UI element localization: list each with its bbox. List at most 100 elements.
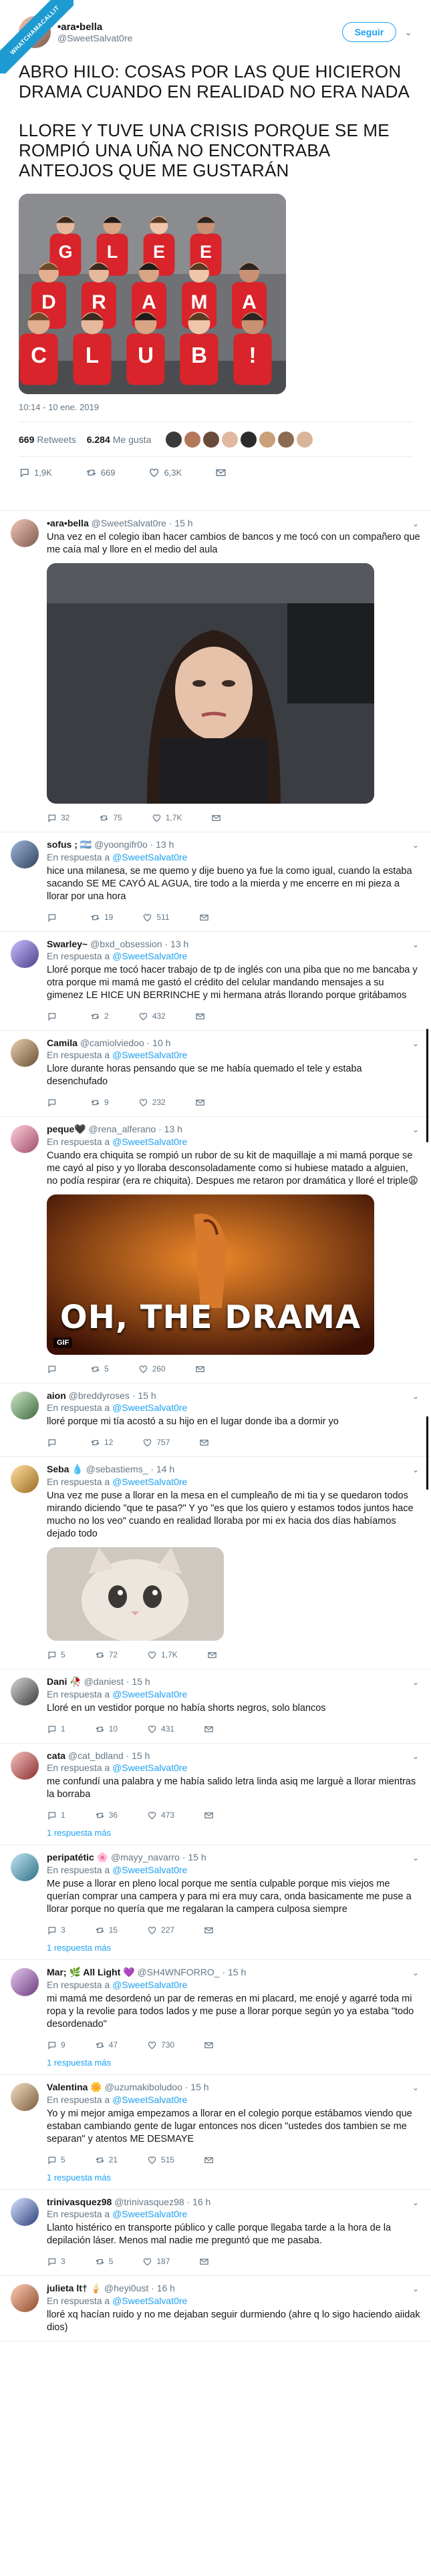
- reply-tweet[interactable]: Valentina 🌼 @uzumakiboludoo · 15 h ⌄ En …: [0, 2075, 431, 2190]
- dm-button[interactable]: [204, 1810, 218, 1820]
- reply-author-handle[interactable]: @uzumakiboludoo · 15 h: [105, 2082, 209, 2092]
- reply-author-handle[interactable]: @daniest · 15 h: [84, 1676, 150, 1687]
- avatar[interactable]: [11, 1752, 39, 1780]
- chevron-down-icon[interactable]: ⌄: [412, 519, 419, 528]
- avatar[interactable]: [11, 1392, 39, 1420]
- mention-link[interactable]: @SweetSalvat0re: [112, 1865, 187, 1875]
- reply-button[interactable]: [47, 1438, 61, 1448]
- reply-button[interactable]: 32: [47, 813, 69, 823]
- reply-tweet[interactable]: Mar; 🌿 All Light 💜 @SH4WNFORRO_ · 15 h ⌄…: [0, 1960, 431, 2075]
- dm-button[interactable]: [199, 913, 213, 923]
- show-more-replies-link[interactable]: 1 respuesta más: [47, 1943, 420, 1953]
- chevron-down-icon[interactable]: ⌄: [412, 2083, 419, 2092]
- avatar[interactable]: [11, 2083, 39, 2111]
- reply-button[interactable]: 3: [47, 1925, 65, 1935]
- retweet-button[interactable]: 5: [95, 2257, 113, 2267]
- chevron-down-icon[interactable]: ⌄: [412, 2284, 419, 2293]
- follow-button[interactable]: Seguir: [341, 22, 397, 42]
- chevron-down-icon[interactable]: ⌄: [412, 1677, 419, 1687]
- liker-avatar[interactable]: [297, 431, 313, 448]
- reply-tweet[interactable]: sofus ; 🇦🇷 @yoongifr0o · 13 h ⌄ En respu…: [0, 832, 431, 932]
- liker-avatar[interactable]: [203, 431, 220, 448]
- reply-author-handle[interactable]: @cat_bdland · 15 h: [68, 1750, 150, 1761]
- reply-button[interactable]: 5: [47, 2155, 65, 2165]
- chevron-down-icon[interactable]: ⌄: [412, 1853, 419, 1863]
- reply-button[interactable]: 3: [47, 2257, 65, 2267]
- dm-button[interactable]: [195, 1364, 209, 1374]
- dm-button[interactable]: [207, 1650, 221, 1660]
- reply-tweet[interactable]: Dani 🥀 @daniest · 15 h ⌄ En respuesta a …: [0, 1669, 431, 1744]
- reply-author-handle[interactable]: @breddyroses · 15 h: [69, 1390, 156, 1401]
- reply-author-handle[interactable]: @SweetSalvat0re · 15 h: [92, 518, 193, 528]
- chevron-down-icon[interactable]: ⌄: [412, 840, 419, 850]
- reply-tweet[interactable]: Camila @camiolviedoo · 10 h ⌄ En respues…: [0, 1031, 431, 1117]
- mention-link[interactable]: @SweetSalvat0re: [112, 1476, 187, 1487]
- reply-author-handle[interactable]: @rena_alferano · 13 h: [89, 1124, 182, 1134]
- mention-link[interactable]: @SweetSalvat0re: [112, 852, 187, 862]
- show-more-replies-link[interactable]: 1 respuesta más: [47, 2172, 420, 2183]
- reply-author-handle[interactable]: @yoongifr0o · 13 h: [94, 839, 174, 850]
- reply-author-name[interactable]: julieta lt† 🍦: [47, 2283, 102, 2293]
- reply-button[interactable]: 5: [47, 1650, 65, 1660]
- reply-author-name[interactable]: Swarley~: [47, 939, 88, 949]
- mention-link[interactable]: @SweetSalvat0re: [112, 1050, 187, 1060]
- mention-link[interactable]: @SweetSalvat0re: [112, 1979, 187, 1990]
- retweet-button[interactable]: 36: [95, 1810, 118, 1820]
- reply-button[interactable]: 1,9K: [19, 467, 52, 478]
- dm-button[interactable]: [204, 2040, 218, 2050]
- reply-author-name[interactable]: peripatétic 🌸: [47, 1852, 108, 1863]
- dm-button[interactable]: [204, 1724, 218, 1734]
- retweet-button[interactable]: 9: [90, 1098, 109, 1108]
- retweet-button[interactable]: 21: [95, 2155, 118, 2165]
- author-handle[interactable]: @SweetSalvat0re: [57, 33, 342, 43]
- mention-link[interactable]: @SweetSalvat0re: [112, 2209, 187, 2219]
- like-button[interactable]: 431: [147, 1724, 174, 1734]
- reply-button[interactable]: 1: [47, 1724, 65, 1734]
- retweet-button[interactable]: 5: [90, 1364, 109, 1374]
- reply-tweet[interactable]: •ara•bella @SweetSalvat0re · 15 h ⌄ Una …: [0, 511, 431, 832]
- avatar[interactable]: [11, 1677, 39, 1706]
- reply-author-name[interactable]: Seba 💧: [47, 1464, 84, 1474]
- reply-author-name[interactable]: Camila: [47, 1037, 78, 1048]
- reply-tweet[interactable]: julieta lt† 🍦 @heyi0ust · 16 h ⌄ En resp…: [0, 2276, 431, 2342]
- chevron-down-icon[interactable]: ⌄: [412, 1752, 419, 1761]
- like-button[interactable]: 757: [142, 1438, 170, 1448]
- liker-avatar[interactable]: [259, 431, 276, 448]
- like-button[interactable]: 232: [138, 1098, 166, 1108]
- chevron-down-icon[interactable]: ⌄: [412, 1465, 419, 1474]
- retweet-button[interactable]: 47: [95, 2040, 118, 2050]
- like-button[interactable]: 260: [138, 1364, 166, 1374]
- mention-link[interactable]: @SweetSalvat0re: [112, 2094, 187, 2105]
- liker-avatar[interactable]: [278, 431, 295, 448]
- retweet-button[interactable]: 72: [95, 1650, 118, 1660]
- liker-avatar[interactable]: [241, 431, 257, 448]
- reply-tweet[interactable]: peripatétic 🌸 @mayy_navarro · 15 h ⌄ En …: [0, 1845, 431, 1960]
- like-button[interactable]: 187: [142, 2257, 170, 2267]
- avatar[interactable]: [11, 840, 39, 868]
- like-button[interactable]: 1,7K: [147, 1650, 178, 1660]
- dm-button[interactable]: [215, 467, 231, 478]
- avatar[interactable]: [11, 2284, 39, 2312]
- retweet-button[interactable]: 12: [90, 1438, 113, 1448]
- avatar[interactable]: [11, 1853, 39, 1881]
- dm-button[interactable]: [199, 1438, 213, 1448]
- liker-avatar[interactable]: [184, 431, 201, 448]
- avatar[interactable]: [11, 2198, 39, 2226]
- dm-button[interactable]: [195, 1098, 209, 1108]
- reply-tweet[interactable]: peque🖤 @rena_alferano · 13 h ⌄ En respue…: [0, 1117, 431, 1384]
- like-button[interactable]: 473: [147, 1810, 174, 1820]
- reply-button[interactable]: [47, 1364, 61, 1374]
- reply-author-name[interactable]: sofus ; 🇦🇷: [47, 839, 92, 850]
- reply-author-handle[interactable]: @camiolviedoo · 10 h: [80, 1037, 171, 1048]
- reply-author-handle[interactable]: @trinivasquez98 · 16 h: [114, 2197, 210, 2207]
- like-button[interactable]: 227: [147, 1925, 174, 1935]
- reply-author-name[interactable]: aion: [47, 1390, 66, 1401]
- retweet-button[interactable]: 669: [86, 467, 115, 478]
- mention-link[interactable]: @SweetSalvat0re: [112, 951, 187, 961]
- reply-author-handle[interactable]: @sebastiems_ · 14 h: [86, 1464, 175, 1474]
- reply-button[interactable]: [47, 913, 61, 923]
- chevron-down-icon[interactable]: ⌄: [412, 1968, 419, 1977]
- chevron-down-icon[interactable]: ⌄: [412, 2198, 419, 2207]
- avatar[interactable]: [11, 1968, 39, 1996]
- reply-author-name[interactable]: Mar; 🌿 All Light 💜: [47, 1967, 135, 1977]
